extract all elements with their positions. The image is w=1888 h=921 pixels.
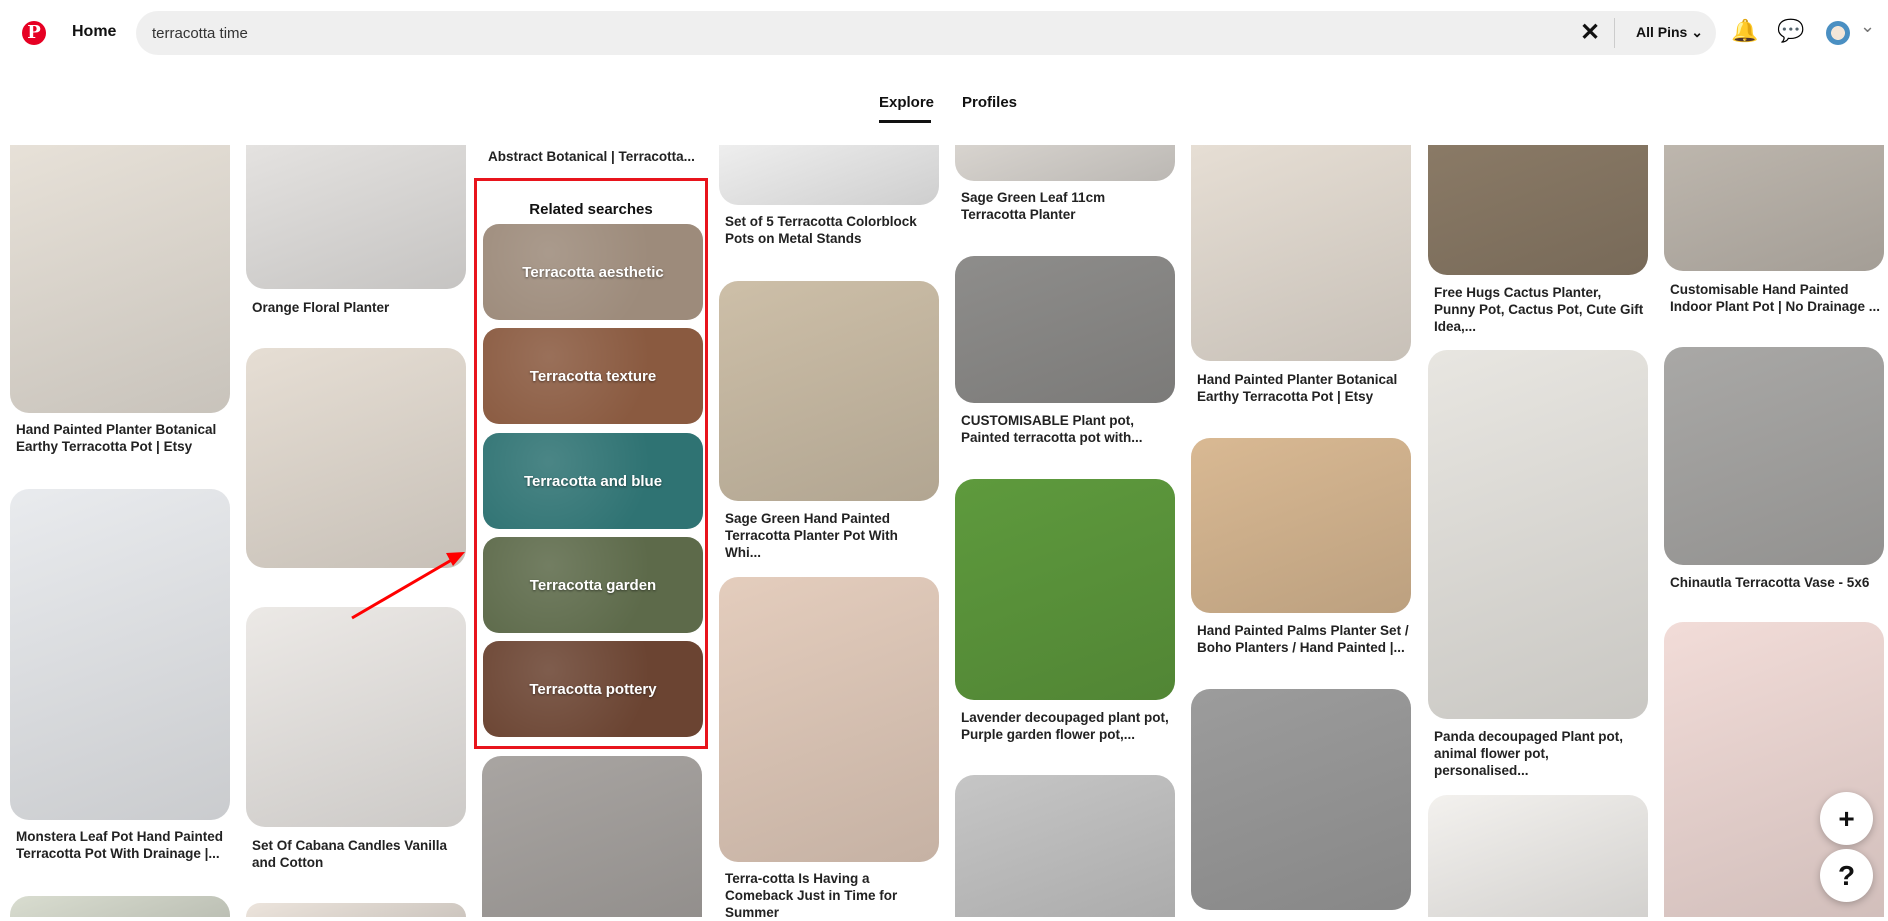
pin-image[interactable] xyxy=(955,479,1175,700)
chevron-down-icon[interactable]: ⌄ xyxy=(1860,16,1875,37)
pin-image[interactable] xyxy=(1428,795,1648,917)
search-bar: ✕ All Pins ⌄ xyxy=(136,11,1716,55)
related-search-terracotta-aesthetic[interactable]: Terracotta aesthetic xyxy=(483,224,703,320)
page: P Home ✕ All Pins ⌄ 🔔 💬 ⌄ Explore Profil… xyxy=(0,0,1888,920)
pin-image[interactable] xyxy=(1191,438,1411,613)
pin-title[interactable]: Lavender decoupaged plant pot, Purple ga… xyxy=(961,709,1173,743)
pin-title[interactable]: CUSTOMISABLE Plant pot, Painted terracot… xyxy=(961,412,1173,446)
pin-image[interactable] xyxy=(246,607,466,827)
divider xyxy=(1614,18,1615,48)
pin-image[interactable] xyxy=(482,756,702,917)
clear-search-icon[interactable]: ✕ xyxy=(1580,19,1600,47)
pin-image[interactable] xyxy=(1191,689,1411,910)
pin-title[interactable]: Hand Painted Palms Planter Set / Boho Pl… xyxy=(1197,622,1409,656)
pin-image[interactable] xyxy=(719,577,939,862)
pin-image[interactable] xyxy=(246,145,466,289)
pin-title[interactable]: Abstract Botanical | Terracotta... xyxy=(488,148,700,165)
related-search-terracotta-texture[interactable]: Terracotta texture xyxy=(483,328,703,424)
pin-image[interactable] xyxy=(246,348,466,568)
tab-explore[interactable]: Explore xyxy=(879,94,934,111)
pin-title[interactable]: Monstera Leaf Pot Hand Painted Terracott… xyxy=(16,828,228,862)
pin-image[interactable] xyxy=(719,145,939,205)
pin-image[interactable] xyxy=(10,489,230,820)
pin-title[interactable]: Terra-cotta Is Having a Comeback Just in… xyxy=(725,870,937,921)
pin-image[interactable] xyxy=(955,256,1175,403)
pin-title[interactable]: Free Hugs Cactus Planter, Punny Pot, Cac… xyxy=(1434,284,1646,335)
help-button[interactable]: ? xyxy=(1820,849,1873,902)
top-nav: P Home ✕ All Pins ⌄ 🔔 💬 ⌄ Explore Profil… xyxy=(0,0,1888,145)
pin-image[interactable] xyxy=(719,281,939,501)
related-search-terracotta-pottery[interactable]: Terracotta pottery xyxy=(483,641,703,737)
pin-image[interactable] xyxy=(1428,145,1648,275)
pin-image[interactable] xyxy=(10,145,230,413)
avatar[interactable] xyxy=(1826,21,1850,45)
pin-image[interactable] xyxy=(1191,145,1411,361)
pin-title[interactable]: Sage Green Leaf 11cm Terracotta Planter xyxy=(961,189,1173,223)
related-searches-panel: Related searches Terracotta aesthetic Terr… xyxy=(474,178,708,749)
pin-title[interactable]: Set of 5 Terracotta Colorblock Pots on M… xyxy=(725,213,937,247)
pin-image[interactable] xyxy=(246,903,466,917)
pin-title[interactable]: Set Of Cabana Candles Vanilla and Cotton xyxy=(252,837,464,871)
pin-title[interactable]: Sage Green Hand Painted Terracotta Plant… xyxy=(725,510,937,561)
pin-image[interactable] xyxy=(10,896,230,917)
pin-title[interactable]: Hand Painted Planter Botanical Earthy Te… xyxy=(1197,371,1409,405)
chat-icon[interactable]: 💬 xyxy=(1777,18,1804,44)
search-input[interactable] xyxy=(152,11,1552,55)
pin-filter-dropdown[interactable]: All Pins ⌄ xyxy=(1636,24,1703,41)
bell-icon[interactable]: 🔔 xyxy=(1731,18,1758,44)
pin-title[interactable]: Orange Floral Planter xyxy=(252,299,464,316)
pin-title[interactable]: Panda decoupaged Plant pot, animal flowe… xyxy=(1434,728,1646,779)
related-searches-title: Related searches xyxy=(529,201,653,218)
related-search-terracotta-garden[interactable]: Terracotta garden xyxy=(483,537,703,633)
pin-title[interactable]: Hand Painted Planter Botanical Earthy Te… xyxy=(16,421,228,455)
pin-image[interactable] xyxy=(1664,347,1884,565)
related-search-terracotta-and-blue[interactable]: Terracotta and blue xyxy=(483,433,703,529)
pin-grid: Hand Painted Planter Botanical Earthy Te… xyxy=(0,145,1888,920)
filter-label: All Pins xyxy=(1636,24,1688,40)
pin-title[interactable]: Chinautla Terracotta Vase - 5x6 xyxy=(1670,574,1882,591)
home-link[interactable]: Home xyxy=(72,23,116,41)
chevron-down-icon: ⌄ xyxy=(1691,24,1703,40)
pin-image[interactable] xyxy=(1664,145,1884,271)
pinterest-logo[interactable]: P xyxy=(22,21,46,45)
active-tab-indicator xyxy=(879,120,931,123)
pin-title[interactable]: Customisable Hand Painted Indoor Plant P… xyxy=(1670,281,1882,315)
pin-image[interactable] xyxy=(955,145,1175,181)
add-button[interactable]: + xyxy=(1820,792,1873,845)
pin-image[interactable] xyxy=(1428,350,1648,719)
tab-profiles[interactable]: Profiles xyxy=(962,94,1017,111)
pin-image[interactable] xyxy=(955,775,1175,917)
